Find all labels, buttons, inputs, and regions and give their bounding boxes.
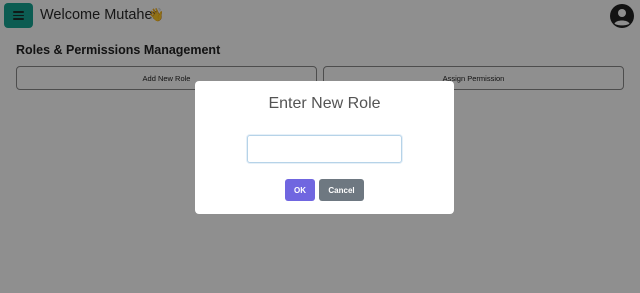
role-name-input[interactable] <box>247 135 402 163</box>
dialog-title: Enter New Role <box>268 95 381 112</box>
new-role-dialog: Enter New Role OK Cancel <box>195 81 454 214</box>
ok-button[interactable]: OK <box>285 179 315 201</box>
cancel-button[interactable]: Cancel <box>319 179 364 201</box>
